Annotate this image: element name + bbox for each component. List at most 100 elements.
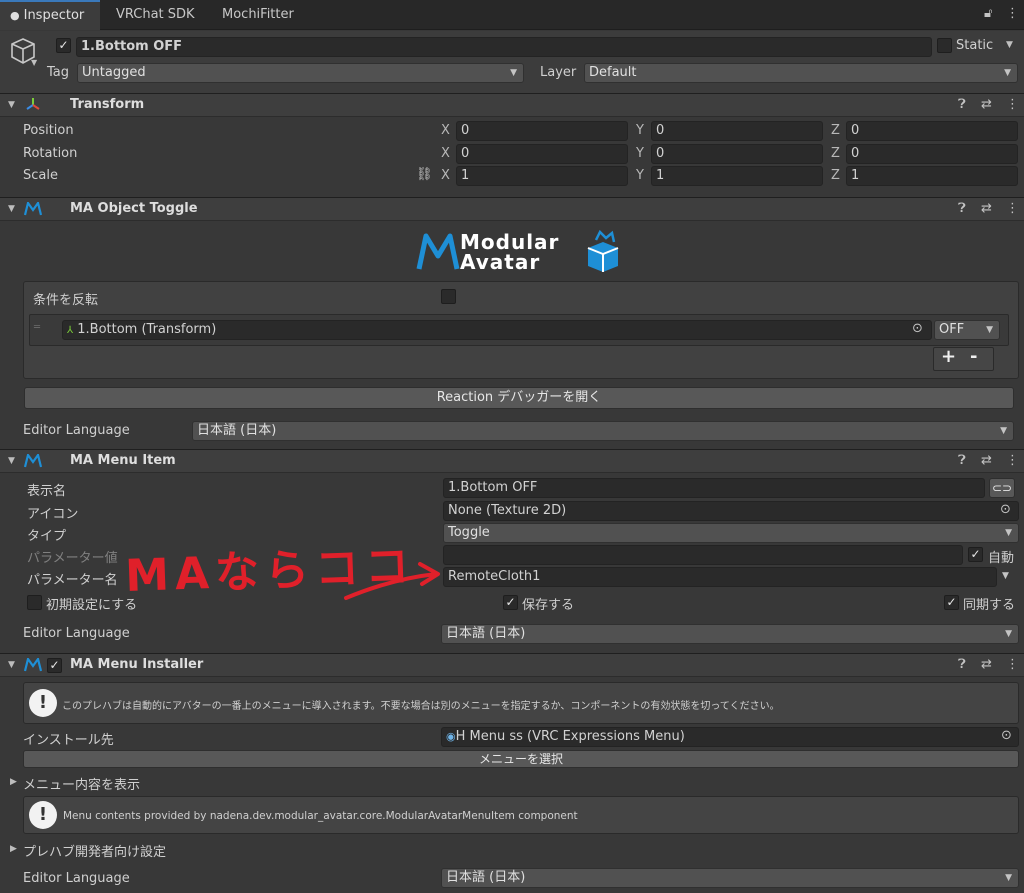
position-y-field[interactable]: 0 [651, 121, 823, 141]
select-menu-button[interactable]: メニューを選択 [23, 750, 1019, 768]
invert-condition-checkbox[interactable] [441, 289, 456, 304]
chevron-down-icon: ▼ [510, 68, 517, 78]
lock-icon[interactable]: 🔓︎ [984, 6, 992, 21]
presets-icon[interactable]: ⇄ [981, 453, 992, 468]
layer-label: Layer [540, 65, 577, 80]
presets-icon[interactable]: ⇄ [981, 97, 992, 112]
contents-help-text: Menu contents provided by nadena.dev.mod… [63, 810, 578, 822]
editor-language-label: Editor Language [23, 423, 130, 438]
rotation-z-field[interactable]: 0 [846, 144, 1018, 164]
scale-z-field[interactable]: 1 [846, 166, 1018, 186]
remove-button[interactable]: - [970, 346, 977, 367]
axis-z-label: Z [831, 146, 840, 161]
object-picker-icon[interactable]: ⊙ [1000, 502, 1011, 517]
constrain-link-icon[interactable]: ⛓︎ [416, 167, 433, 182]
install-target-label: インストール先 [23, 733, 114, 748]
menu-item-title: MA Menu Item [70, 453, 176, 468]
parameter-name-label: パラメーター名 [27, 573, 118, 588]
editor-language-label: Editor Language [23, 626, 130, 641]
display-name-field[interactable]: 1.Bottom OFF [443, 478, 985, 498]
foldout-arrow-icon[interactable]: ▼ [8, 660, 15, 670]
toggle-state-dropdown[interactable]: OFF ▼ [934, 320, 1000, 340]
object-name-input[interactable]: 1.Bottom OFF [76, 37, 932, 57]
editor-language-dropdown[interactable]: 日本語 (日本) ▼ [192, 421, 1014, 441]
chevron-down-icon: ▼ [986, 325, 993, 335]
tab-mochifitter[interactable]: MochiFitter [212, 0, 304, 30]
foldout-arrow-icon[interactable]: ▼ [8, 204, 15, 214]
foldout-arrow-icon[interactable]: ▼ [8, 456, 15, 466]
static-dropdown-icon[interactable]: ▼ [1006, 40, 1013, 50]
kebab-menu-icon[interactable]: ⋮ [1006, 97, 1019, 112]
add-button[interactable]: + [941, 346, 956, 367]
help-icon[interactable]: ❓︎ [958, 453, 966, 468]
default-label: 初期設定にする [46, 598, 138, 613]
icon-label: アイコン [27, 507, 79, 522]
layer-dropdown[interactable]: Default ▼ [584, 63, 1018, 83]
tab-inspector[interactable]: ● Inspector [0, 0, 100, 30]
scale-x-field[interactable]: 1 [456, 166, 628, 186]
active-checkbox[interactable]: ✓ [56, 38, 71, 53]
tag-dropdown[interactable]: Untagged ▼ [77, 63, 524, 83]
axis-x-label: X [441, 168, 450, 183]
presets-icon[interactable]: ⇄ [981, 201, 992, 216]
object-toggle-title: MA Object Toggle [70, 201, 198, 216]
annotation-arrow-icon [344, 562, 440, 600]
installer-help-text: このプレハブは自動的にアバターの一番上のメニューに導入されます。不要な場合は別の… [62, 701, 780, 712]
reaction-debugger-button[interactable]: Reaction デバッガーを開く [24, 387, 1014, 409]
saved-checkbox[interactable]: ✓ [503, 595, 518, 610]
foldout-arrow-icon[interactable]: ▼ [8, 100, 15, 110]
logo-text-avatar: Avatar [460, 250, 541, 274]
kebab-menu-icon[interactable]: ⋮ [1006, 453, 1019, 468]
scale-label: Scale [23, 168, 58, 183]
static-checkbox[interactable] [937, 38, 952, 53]
position-x-field[interactable]: 0 [456, 121, 628, 141]
object-picker-icon[interactable]: ⊙ [912, 321, 923, 336]
axis-x-label: X [441, 146, 450, 161]
transform-header[interactable] [0, 93, 1024, 117]
parameter-name-field[interactable]: RemoteCloth1 [443, 567, 997, 587]
kebab-menu-icon[interactable]: ⋮ [1006, 6, 1019, 21]
rotation-label: Rotation [23, 146, 78, 161]
parameter-value-field[interactable] [443, 545, 963, 565]
kebab-menu-icon[interactable]: ⋮ [1006, 657, 1019, 672]
help-icon[interactable]: ❓︎ [958, 97, 966, 112]
chevron-down-icon[interactable]: ▼ [31, 58, 37, 67]
default-checkbox[interactable] [27, 595, 42, 610]
presets-icon[interactable]: ⇄ [981, 657, 992, 672]
synced-checkbox[interactable]: ✓ [944, 595, 959, 610]
inspector-icon: ● [10, 9, 20, 22]
rotation-x-field[interactable]: 0 [456, 144, 628, 164]
toggle-target-field[interactable]: ⅄ 1.Bottom (Transform) [62, 320, 932, 340]
parameter-dropdown-icon[interactable]: ▼ [1002, 571, 1009, 581]
axis-y-label: Y [636, 168, 644, 183]
object-picker-icon[interactable]: ⊙ [1001, 728, 1012, 743]
foldout-arrow-icon[interactable]: ▶ [10, 777, 17, 787]
help-icon[interactable]: ❓︎ [958, 201, 966, 216]
kebab-menu-icon[interactable]: ⋮ [1006, 201, 1019, 216]
editor-language-dropdown[interactable]: 日本語 (日本) ▼ [441, 624, 1019, 644]
tab-vrchat-sdk[interactable]: VRChat SDK [106, 0, 205, 30]
show-menu-contents-foldout[interactable]: メニュー内容を表示 [23, 774, 140, 793]
drag-handle-icon[interactable]: ═ [34, 322, 40, 333]
chevron-down-icon: ▼ [1005, 629, 1012, 639]
ma-logo-icon [23, 200, 43, 220]
chevron-down-icon: ▼ [1004, 68, 1011, 78]
rotation-y-field[interactable]: 0 [651, 144, 823, 164]
editor-language-dropdown[interactable]: 日本語 (日本) ▼ [441, 868, 1019, 888]
menu-installer-enabled-checkbox[interactable]: ✓ [47, 658, 62, 673]
type-dropdown[interactable]: Toggle ▼ [443, 523, 1019, 543]
prefab-developer-settings-foldout[interactable]: プレハブ開発者向け設定 [23, 841, 166, 860]
ma-logo-icon [23, 656, 43, 676]
foldout-arrow-icon[interactable]: ▶ [10, 844, 17, 854]
auto-checkbox[interactable]: ✓ [968, 547, 983, 562]
position-z-field[interactable]: 0 [846, 121, 1018, 141]
logo-box-icon [587, 230, 619, 272]
icon-field[interactable]: None (Texture 2D) [443, 501, 1019, 521]
install-target-field[interactable]: ◉H Menu ss (VRC Expressions Menu) [441, 727, 1019, 747]
help-icon[interactable]: ❓︎ [958, 657, 966, 672]
link-button[interactable]: ⊂⊃ [989, 478, 1015, 498]
tag-label: Tag [47, 65, 70, 80]
scale-y-field[interactable]: 1 [651, 166, 823, 186]
info-icon: ! [29, 689, 57, 717]
type-label: タイプ [27, 529, 67, 544]
